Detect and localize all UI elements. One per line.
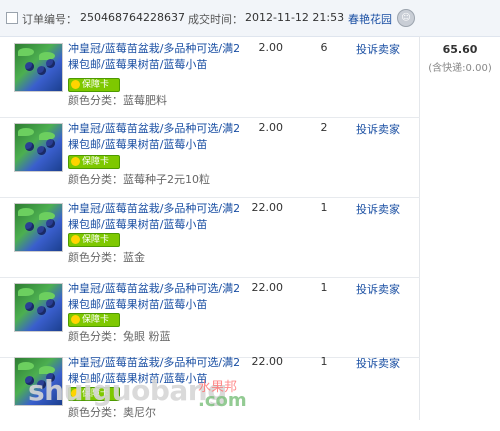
unit-price: 22.00 bbox=[251, 281, 284, 294]
product-title-link[interactable]: 冲皇冠/蓝莓苗盆栽/多品种可选/满2棵包邮/蓝莓果树苗/蓝莓小苗 bbox=[68, 281, 243, 313]
product-thumbnail[interactable] bbox=[14, 357, 63, 406]
order-header: 订单编号： 250468764228637 成交时间： 2012-11-12 2… bbox=[0, 0, 500, 37]
quantity: 1 bbox=[320, 281, 328, 294]
color-variant: 颜色分类：兔眼 粉蓝 bbox=[68, 330, 171, 343]
complain-seller-link[interactable]: 投诉卖家 bbox=[356, 281, 400, 297]
quantity: 2 bbox=[320, 121, 328, 134]
guarantee-card-label: 保障卡 bbox=[82, 389, 110, 399]
order-item-row: 冲皇冠/蓝莓苗盆栽/多品种可选/满2棵包邮/蓝莓果树苗/蓝莓小苗 保障卡 颜色分… bbox=[0, 37, 420, 118]
order-item-row: 冲皇冠/蓝莓苗盆栽/多品种可选/满2棵包邮/蓝莓果树苗/蓝莓小苗 保障卡 颜色分… bbox=[0, 117, 420, 198]
product-thumbnail[interactable] bbox=[14, 283, 63, 332]
guarantee-card-label: 保障卡 bbox=[82, 80, 110, 90]
quantity: 6 bbox=[320, 41, 328, 54]
product-thumbnail[interactable] bbox=[14, 43, 63, 92]
product-title-link[interactable]: 冲皇冠/蓝莓苗盆栽/多品种可选/满2棵包邮/蓝莓果树苗/蓝莓小苗 bbox=[68, 355, 243, 387]
unit-price: 2.00 bbox=[258, 121, 284, 134]
shop-name-link[interactable]: 春艳花园 bbox=[348, 11, 392, 27]
order-item-row: 冲皇冠/蓝莓苗盆栽/多品种可选/满2棵包邮/蓝莓果树苗/蓝莓小苗 保障卡 颜色分… bbox=[0, 351, 420, 431]
unit-price: 22.00 bbox=[251, 201, 284, 214]
order-select-checkbox[interactable] bbox=[6, 12, 18, 24]
guarantee-card-badge[interactable]: 保障卡 bbox=[68, 155, 120, 169]
order-number-value: 250468764228637 bbox=[80, 11, 185, 24]
guarantee-card-badge[interactable]: 保障卡 bbox=[68, 78, 120, 92]
complain-seller-link[interactable]: 投诉卖家 bbox=[356, 121, 400, 137]
order-number-label: 订单编号： bbox=[22, 13, 77, 26]
guarantee-card-label: 保障卡 bbox=[82, 235, 110, 245]
guarantee-card-label: 保障卡 bbox=[82, 157, 110, 167]
guarantee-icon bbox=[71, 80, 80, 89]
guarantee-icon bbox=[71, 315, 80, 324]
guarantee-card-label: 保障卡 bbox=[82, 315, 110, 325]
product-thumbnail[interactable] bbox=[14, 123, 63, 172]
unit-price: 2.00 bbox=[258, 41, 284, 54]
order-total: 65.60 bbox=[442, 43, 478, 56]
order-item-row: 冲皇冠/蓝莓苗盆栽/多品种可选/满2棵包邮/蓝莓果树苗/蓝莓小苗 保障卡 颜色分… bbox=[0, 277, 420, 358]
complain-seller-link[interactable]: 投诉卖家 bbox=[356, 355, 400, 371]
guarantee-card-badge[interactable]: 保障卡 bbox=[68, 387, 120, 401]
guarantee-card-badge[interactable]: 保障卡 bbox=[68, 233, 120, 247]
product-title-link[interactable]: 冲皇冠/蓝莓苗盆栽/多品种可选/满2棵包邮/蓝莓果树苗/蓝莓小苗 bbox=[68, 121, 243, 153]
guarantee-icon bbox=[71, 235, 80, 244]
quantity: 1 bbox=[320, 355, 328, 368]
shipping-fee: (含快递:0.00) bbox=[428, 63, 492, 74]
unit-price: 22.00 bbox=[251, 355, 284, 368]
quantity: 1 bbox=[320, 201, 328, 214]
color-variant: 颜色分类：蓝莓肥料 bbox=[68, 94, 167, 107]
color-variant: 颜色分类：蓝金 bbox=[68, 251, 145, 264]
product-thumbnail[interactable] bbox=[14, 203, 63, 252]
order-time-label: 成交时间： bbox=[188, 13, 243, 26]
color-variant: 颜色分类：奥尼尔 bbox=[68, 406, 156, 419]
wangwang-chat-icon[interactable]: ☺ bbox=[397, 9, 415, 27]
product-title-link[interactable]: 冲皇冠/蓝莓苗盆栽/多品种可选/满2棵包邮/蓝莓果树苗/蓝莓小苗 bbox=[68, 41, 243, 73]
guarantee-card-badge[interactable]: 保障卡 bbox=[68, 313, 120, 327]
guarantee-icon bbox=[71, 157, 80, 166]
complain-seller-link[interactable]: 投诉卖家 bbox=[356, 201, 400, 217]
product-title-link[interactable]: 冲皇冠/蓝莓苗盆栽/多品种可选/满2棵包邮/蓝莓果树苗/蓝莓小苗 bbox=[68, 201, 243, 233]
order-item-row: 冲皇冠/蓝莓苗盆栽/多品种可选/满2棵包邮/蓝莓果树苗/蓝莓小苗 保障卡 颜色分… bbox=[0, 197, 420, 278]
complain-seller-link[interactable]: 投诉卖家 bbox=[356, 41, 400, 57]
color-variant: 颜色分类：蓝莓种子2元10粒 bbox=[68, 173, 210, 186]
guarantee-icon bbox=[71, 389, 80, 398]
order-time-value: 2012-11-12 21:53 bbox=[245, 11, 345, 24]
